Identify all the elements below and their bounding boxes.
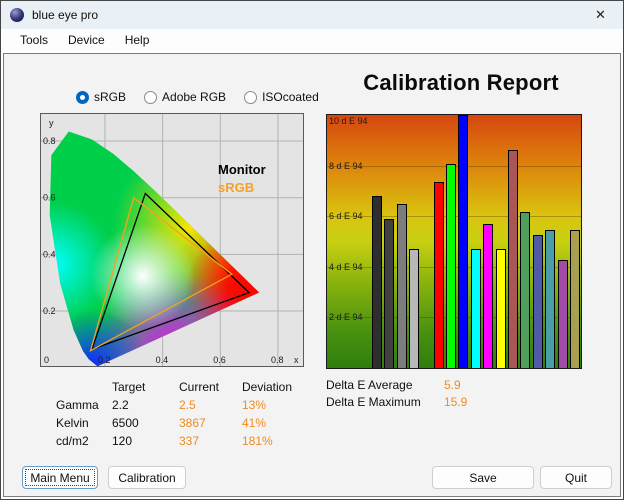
delta-value: 15.9	[444, 395, 467, 409]
profile-radio-group: sRGB Adobe RGB ISOcoated	[76, 90, 319, 104]
radio-isocoated[interactable]: ISOcoated	[244, 90, 319, 104]
bar-axis-label: 10 d E 94	[329, 116, 368, 126]
app-icon	[10, 8, 24, 22]
radio-icon[interactable]	[244, 91, 257, 104]
legend-srgb: sRGB	[218, 180, 254, 195]
table-header: Current	[179, 380, 242, 394]
target-value: 6500	[112, 416, 179, 430]
radio-icon[interactable]	[76, 91, 89, 104]
window-title: blue eye pro	[32, 8, 98, 22]
delta-row: Delta E Average5.9	[326, 378, 467, 392]
delta-e-bar-5	[434, 182, 444, 368]
delta-row: Delta E Maximum15.9	[326, 395, 467, 409]
table-header: Target	[112, 380, 179, 394]
radio-label: sRGB	[94, 90, 126, 104]
svg-text:0.8: 0.8	[43, 136, 56, 146]
delta-e-bar-13	[533, 235, 543, 368]
svg-text:y: y	[49, 118, 54, 128]
current-value: 2.5	[179, 398, 242, 412]
delta-e-bar-2	[384, 219, 394, 368]
svg-text:0.6: 0.6	[213, 355, 226, 365]
table-corner	[56, 380, 112, 394]
current-value: 3867	[179, 416, 242, 430]
target-value: 120	[112, 434, 179, 448]
svg-text:0.2: 0.2	[98, 355, 111, 365]
delta-e-bar-8	[471, 249, 481, 368]
quit-button[interactable]: Quit	[540, 466, 612, 489]
radio-srgb[interactable]: sRGB	[76, 90, 126, 104]
table-header: Deviation	[242, 380, 322, 394]
content-panel: Calibration Report sRGB Adobe RGB ISOcoate…	[3, 53, 621, 497]
cie-legend: Monitor sRGB	[218, 162, 266, 195]
radio-icon[interactable]	[144, 91, 157, 104]
delta-e-bar-9	[483, 224, 493, 368]
delta-value: 5.9	[444, 378, 461, 392]
delta-label: Delta E Average	[326, 378, 444, 392]
radio-adobe-rgb[interactable]: Adobe RGB	[144, 90, 226, 104]
cie-chromaticity-diagram: y x 0 0.2 0.4 0.6 0.8 0.2 0.4 0.6 0.8 Monitor sRGB	[40, 113, 304, 367]
bar-axis-label: 8 d E 94	[329, 161, 363, 171]
menu-item-tools[interactable]: Tools	[10, 31, 58, 50]
menubar: ToolsDeviceHelp	[1, 29, 623, 52]
row-label: Gamma	[56, 398, 112, 412]
row-label: Kelvin	[56, 416, 112, 430]
svg-text:0.6: 0.6	[43, 193, 56, 203]
current-value: 337	[179, 434, 242, 448]
delta-e-bar-16	[570, 230, 580, 368]
delta-e-bar-chart: 2 d E 94 4 d E 94 6 d E 94 8 d E 94 10 d E 9…	[326, 114, 582, 369]
cie-spectral-locus	[41, 114, 303, 366]
deviation-value: 13%	[242, 398, 322, 412]
radio-label: Adobe RGB	[162, 90, 226, 104]
bar-axis-label: 4 d E 94	[329, 262, 363, 272]
svg-text:x: x	[294, 355, 299, 365]
delta-e-summary: Delta E Average5.9Delta E Maximum15.9	[326, 378, 467, 412]
delta-e-bar-4	[409, 249, 419, 368]
menu-item-help[interactable]: Help	[115, 31, 160, 50]
delta-e-bar-3	[397, 204, 407, 368]
calibration-results-table: TargetCurrentDeviation Gamma2.22.513% Kelv…	[56, 380, 322, 448]
main-menu-button[interactable]: Main Menu	[22, 466, 98, 489]
delta-e-bar-6	[446, 164, 456, 368]
deviation-value: 181%	[242, 434, 322, 448]
svg-text:0.4: 0.4	[43, 249, 56, 259]
svg-text:0.4: 0.4	[156, 355, 169, 365]
close-icon[interactable]: ✕	[578, 1, 623, 29]
bar-axis-label: 2 d E 94	[329, 312, 363, 322]
save-button[interactable]: Save	[432, 466, 534, 489]
delta-e-bar-7	[458, 115, 468, 368]
delta-e-bar-11	[508, 150, 518, 368]
titlebar: blue eye pro ✕	[1, 1, 623, 29]
app-window: blue eye pro ✕ ToolsDeviceHelp Calibrati…	[0, 0, 624, 500]
svg-text:0: 0	[44, 355, 49, 365]
delta-e-bar-1	[372, 196, 382, 368]
legend-monitor: Monitor	[218, 162, 266, 177]
delta-e-bar-14	[545, 230, 555, 368]
delta-e-bar-10	[496, 249, 506, 368]
deviation-value: 41%	[242, 416, 322, 430]
menu-item-device[interactable]: Device	[58, 31, 115, 50]
svg-text:0.8: 0.8	[271, 355, 284, 365]
radio-label: ISOcoated	[262, 90, 319, 104]
delta-e-bar-12	[520, 212, 530, 368]
calibration-button[interactable]: Calibration	[108, 466, 186, 489]
svg-text:0.2: 0.2	[43, 306, 56, 316]
page-title: Calibration Report	[316, 70, 606, 96]
target-value: 2.2	[112, 398, 179, 412]
bar-axis-label: 6 d E 94	[329, 211, 363, 221]
delta-e-bar-15	[558, 260, 568, 368]
delta-label: Delta E Maximum	[326, 395, 444, 409]
row-label: cd/m2	[56, 434, 112, 448]
